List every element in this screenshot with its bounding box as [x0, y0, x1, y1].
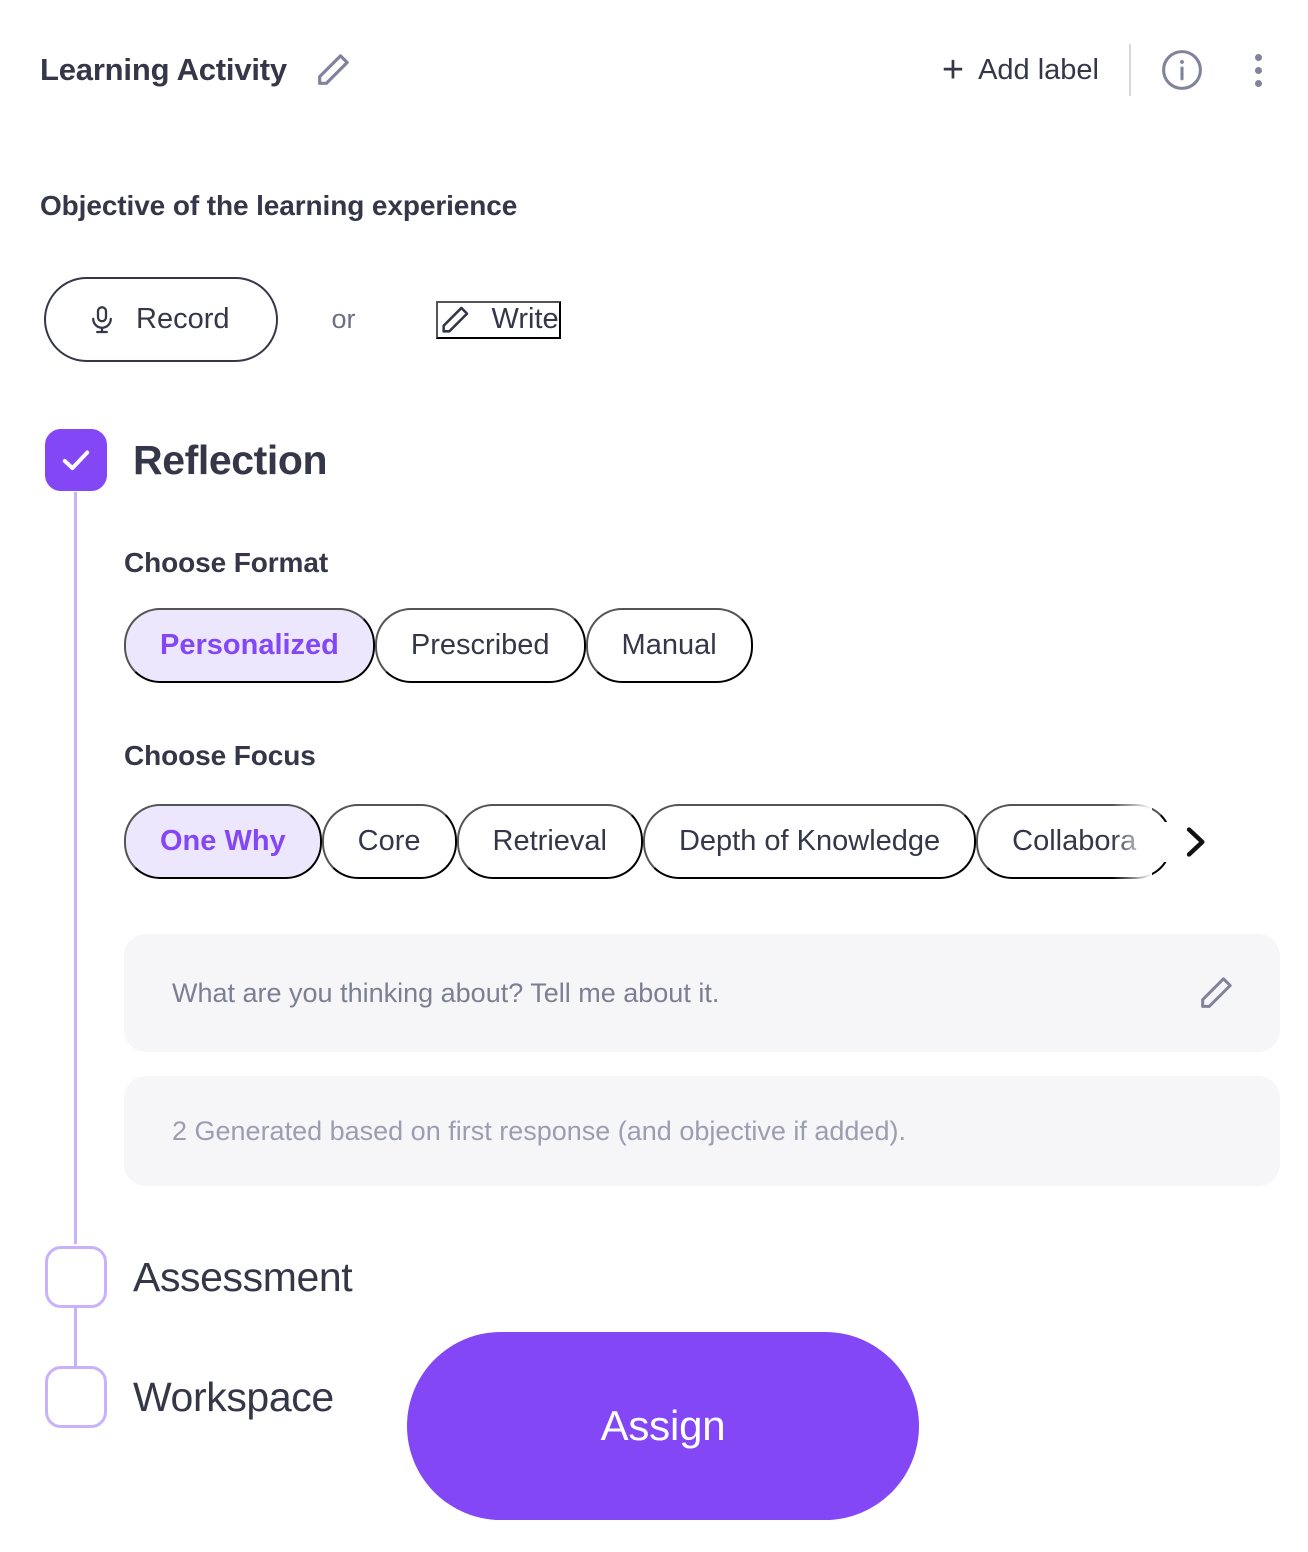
step-label-workspace: Workspace: [133, 1373, 334, 1420]
pencil-icon: [438, 303, 472, 337]
record-button[interactable]: Record: [44, 277, 278, 362]
timeline-connector: [74, 492, 77, 1244]
objective-heading: Objective of the learning experience: [40, 190, 518, 221]
format-options-row: Personalized Prescribed Manual: [124, 608, 753, 683]
timeline-connector: [74, 1305, 77, 1370]
choose-format-heading: Choose Format: [124, 547, 329, 578]
add-label-button[interactable]: + Add label: [941, 48, 1129, 91]
focus-option-one-why[interactable]: One Why: [124, 804, 322, 879]
record-button-label: Record: [136, 303, 230, 335]
learning-activity-panel: Learning Activity + Add label Objective …: [0, 0, 1308, 1552]
step-reflection[interactable]: Reflection: [45, 429, 328, 491]
kebab-menu-icon[interactable]: [1245, 50, 1272, 91]
plus-icon: +: [941, 48, 965, 91]
focus-options-scroller[interactable]: One Why Core Retrieval Depth of Knowledg…: [124, 804, 1214, 879]
prompt-box-first-question[interactable]: What are you thinking about? Tell me abo…: [124, 934, 1280, 1052]
format-option-personalized[interactable]: Personalized: [124, 608, 375, 683]
prompt-text-generated-note: 2 Generated based on first response (and…: [172, 1115, 906, 1146]
workspace-checkbox-unchecked[interactable]: [45, 1366, 107, 1428]
reflection-checkbox-checked[interactable]: [45, 429, 107, 491]
focus-option-core[interactable]: Core: [321, 804, 457, 879]
panel-header: Learning Activity + Add label: [0, 0, 1308, 140]
step-label-reflection: Reflection: [133, 436, 328, 483]
write-button-label: Write: [491, 303, 559, 335]
prompt-text-first-question: What are you thinking about? Tell me abo…: [172, 977, 720, 1008]
format-option-manual[interactable]: Manual: [585, 608, 753, 683]
edit-prompt-pencil-icon[interactable]: [1196, 973, 1236, 1013]
format-option-prescribed[interactable]: Prescribed: [374, 608, 586, 683]
choose-focus-heading: Choose Focus: [124, 740, 316, 771]
assign-button[interactable]: Assign: [407, 1332, 919, 1520]
write-button[interactable]: Write: [435, 300, 561, 339]
info-circle-icon[interactable]: [1159, 47, 1205, 93]
header-left-group: Learning Activity: [40, 50, 353, 90]
prompt-box-generated-note: 2 Generated based on first response (and…: [124, 1076, 1280, 1186]
objective-input-row: Record or Write: [44, 277, 561, 362]
kebab-dot: [1255, 66, 1262, 74]
step-label-assessment: Assessment: [133, 1253, 353, 1300]
step-workspace[interactable]: Workspace: [45, 1366, 334, 1428]
focus-option-retrieval[interactable]: Retrieval: [456, 804, 643, 879]
step-assessment[interactable]: Assessment: [45, 1246, 353, 1308]
focus-option-depth-of-knowledge[interactable]: Depth of Knowledge: [642, 804, 977, 879]
microphone-icon: [86, 304, 118, 336]
header-right-group: + Add label: [942, 44, 1272, 96]
kebab-dot: [1255, 53, 1262, 61]
assessment-checkbox-unchecked[interactable]: [45, 1246, 107, 1308]
kebab-dot: [1255, 79, 1262, 87]
chevron-right-icon[interactable]: [1164, 821, 1214, 862]
focus-option-collaboration[interactable]: Collabora: [976, 804, 1173, 879]
or-separator-label: or: [331, 304, 356, 334]
edit-title-pencil-icon[interactable]: [313, 50, 353, 90]
header-divider: [1129, 44, 1131, 96]
focus-options-row: One Why Core Retrieval Depth of Knowledg…: [124, 804, 1214, 879]
page-title: Learning Activity: [40, 52, 287, 87]
add-label-text: Add label: [978, 53, 1099, 86]
